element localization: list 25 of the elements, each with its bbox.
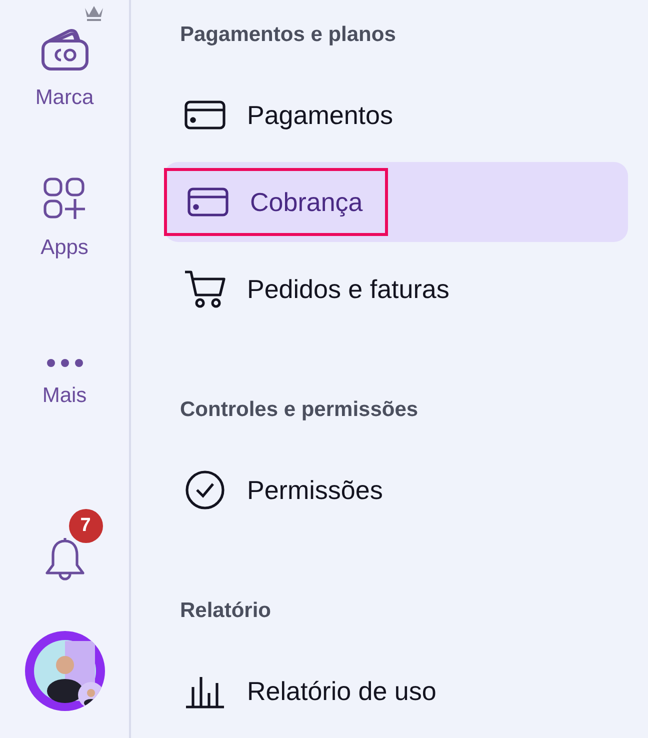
menu-item[interactable]: Pedidos e faturas [164,249,628,329]
menu-label: Cobrança [250,186,363,218]
card-icon [187,187,229,217]
sidebar-item[interactable]: Marca [10,0,120,112]
apps-icon [42,177,86,221]
cart-icon [184,269,226,309]
menu-item[interactable]: Permissões [164,450,628,530]
section-heading: Pagamentos e planos [179,22,397,48]
menu-label: Relatório de uso [247,674,436,708]
section-heading: Controles e permissões [179,397,420,424]
sidebar-item[interactable]: Mais [10,262,120,410]
menu-label: Pedidos e faturas [247,272,450,306]
menu-label: Pagamentos [247,98,393,132]
menu-item[interactable]: Relatório de uso [164,651,628,731]
sidebar-item[interactable]: Apps [10,112,120,262]
wallet-icon [40,27,88,71]
check-circle-icon [185,470,225,510]
notification-badge: 7 [68,509,102,543]
menu-item[interactable]: Cobrança [164,162,628,242]
menu-label: Permissões [247,474,383,506]
card-icon [184,100,226,130]
section-heading: Relatório [179,598,272,624]
more-icon [44,357,84,369]
bell-icon[interactable] [44,537,86,583]
menu-item[interactable]: Pagamentos [164,75,628,155]
